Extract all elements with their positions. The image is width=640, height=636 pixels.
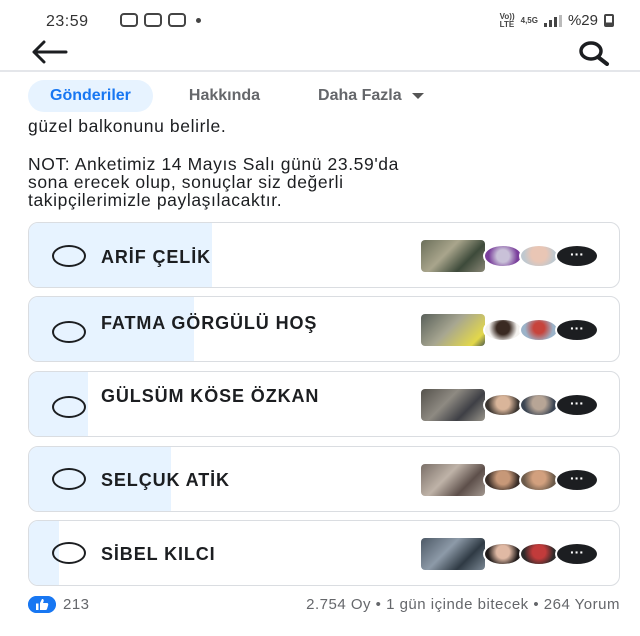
voter-avatars: ··· — [421, 538, 599, 570]
instagram-icon — [168, 13, 186, 27]
post-note: NOT: Anketimiz 14 Mayıs Salı günü 23.59'… — [28, 155, 618, 209]
radio-button-icon[interactable] — [52, 542, 86, 564]
voter-photo — [421, 538, 485, 570]
tab-about[interactable]: Hakkında — [167, 80, 282, 112]
back-arrow-icon[interactable] — [30, 40, 70, 64]
tab-more-label: Daha Fazla — [318, 87, 402, 104]
poll-option-label: ARİF ÇELİK — [101, 247, 211, 267]
more-voters-icon: ··· — [555, 468, 599, 492]
search-icon[interactable] — [578, 40, 610, 66]
poll-option-label: FATMA GÖRGÜLÜ HOŞ — [101, 313, 318, 333]
more-notifications-icon — [196, 17, 201, 23]
more-voters-icon: ··· — [555, 393, 599, 417]
battery-percent: %29 — [567, 12, 598, 29]
tab-more[interactable]: Daha Fazla — [296, 80, 446, 112]
avatar — [519, 468, 559, 492]
avatar — [519, 542, 559, 566]
poll-option-label: GÜLSÜM KÖSE ÖZKAN — [101, 386, 320, 406]
post-note-line: takipçilerimizle paylaşılacaktır. — [28, 190, 283, 210]
profile-tabs: Gönderiler Hakkında Daha Fazla — [28, 80, 446, 112]
dropdown-caret-icon — [411, 93, 424, 99]
avatar — [483, 468, 523, 492]
post-note-line: NOT: Anketimiz 14 Mayıs Salı günü 23.59'… — [28, 154, 399, 174]
avatar — [483, 244, 523, 268]
status-time: 23:59 — [46, 13, 89, 30]
post-note-line: sona erecek olup, sonuçlar siz değerli — [28, 172, 344, 192]
voter-photo — [421, 389, 485, 421]
voter-avatars: ··· — [421, 314, 599, 346]
voter-avatars: ··· — [421, 389, 599, 421]
poll-option-label: SİBEL KILCI — [101, 544, 216, 564]
avatar — [483, 542, 523, 566]
avatar — [483, 318, 523, 342]
radio-button-icon[interactable] — [52, 245, 86, 267]
radio-button-icon[interactable] — [52, 396, 86, 418]
more-voters-icon: ··· — [555, 318, 599, 342]
avatar — [519, 318, 559, 342]
poll-option[interactable]: ARİF ÇELİK ··· — [28, 222, 620, 288]
volte-icon: Vo)) LTE — [499, 11, 515, 29]
voter-photo — [421, 464, 485, 496]
signal-icon — [543, 14, 562, 27]
poll-option[interactable]: FATMA GÖRGÜLÜ HOŞ ··· — [28, 296, 620, 362]
like-count[interactable]: 213 — [63, 596, 90, 613]
avatar — [483, 393, 523, 417]
avatar — [519, 393, 559, 417]
notification-icons — [120, 13, 201, 27]
post-text-partial: güzel balkonunu belirle. — [28, 117, 227, 136]
action-bar-partial — [0, 628, 640, 636]
status-right: Vo)) LTE 4,5G %29 — [500, 12, 614, 29]
radio-button-icon[interactable] — [52, 468, 86, 490]
poll-option-label: SELÇUK ATİK — [101, 470, 230, 490]
poll-option[interactable]: SİBEL KILCI ··· — [28, 520, 620, 586]
top-bar — [0, 40, 640, 68]
instagram-icon — [120, 13, 138, 27]
more-voters-icon: ··· — [555, 542, 599, 566]
tab-posts[interactable]: Gönderiler — [28, 80, 153, 112]
radio-button-icon[interactable] — [52, 321, 86, 343]
battery-icon — [604, 14, 614, 27]
poll-option[interactable]: GÜLSÜM KÖSE ÖZKAN ··· — [28, 371, 620, 437]
network-type-icon: 4,5G — [520, 15, 538, 25]
voter-photo — [421, 314, 485, 346]
voter-avatars: ··· — [421, 240, 599, 272]
more-voters-icon: ··· — [555, 244, 599, 268]
post-footer: 213 2.754 Oy • 1 gün içinde bitecek • 26… — [28, 596, 620, 616]
voter-photo — [421, 240, 485, 272]
gallery-icon — [144, 13, 162, 27]
voter-avatars: ··· — [421, 464, 599, 496]
like-icon[interactable] — [28, 596, 56, 613]
poll-option[interactable]: SELÇUK ATİK ··· — [28, 446, 620, 512]
status-bar: 23:59 Vo)) LTE 4,5G %29 — [0, 0, 640, 40]
avatar — [519, 244, 559, 268]
header-divider — [0, 70, 640, 72]
poll-summary[interactable]: 2.754 Oy • 1 gün içinde bitecek • 264 Yo… — [306, 596, 620, 613]
